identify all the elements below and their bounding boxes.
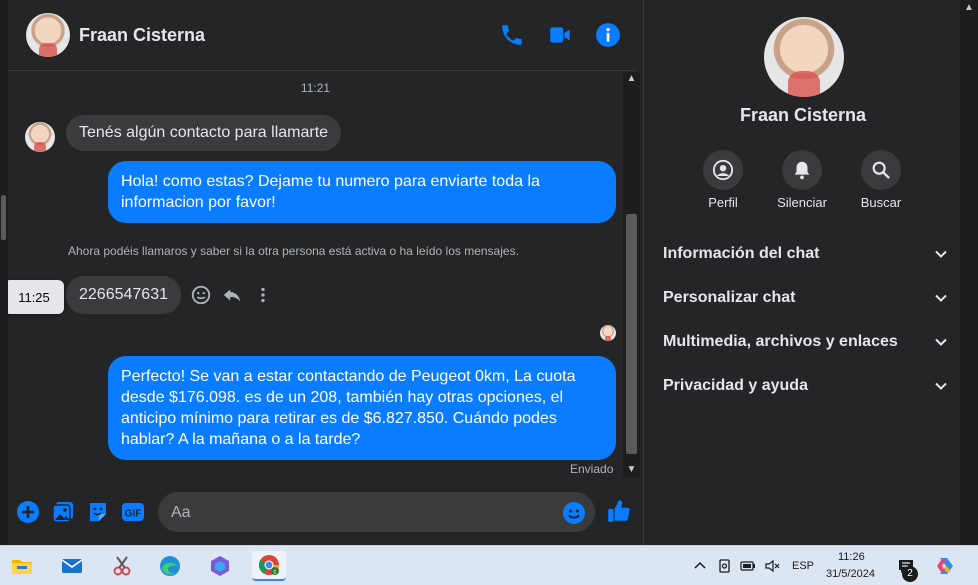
- search-label: Buscar: [860, 195, 902, 210]
- mute-label: Silenciar: [777, 195, 827, 210]
- seen-avatar: [600, 325, 616, 341]
- contact-avatar[interactable]: [26, 13, 70, 57]
- react-icon[interactable]: [190, 284, 212, 306]
- clock-date[interactable]: 31/5/2024: [826, 568, 875, 580]
- plus-icon[interactable]: [16, 500, 40, 524]
- sent-status: Enviado: [570, 462, 614, 476]
- section-title: Multimedia, archivos y enlaces: [663, 333, 898, 350]
- chevron-up-icon[interactable]: [692, 558, 708, 574]
- chat-details-panel: Fraan Cisterna Perfil Silenciar Buscar I…: [643, 0, 978, 545]
- incoming-message[interactable]: 2266547631: [66, 276, 181, 314]
- notification-badge: 2: [902, 566, 918, 582]
- bell-icon: [794, 161, 810, 180]
- svg-text:c: c: [274, 570, 277, 576]
- chrome-browser-icon[interactable]: c: [252, 551, 286, 581]
- chevron-down-icon: [935, 250, 947, 258]
- chat-notice: Ahora podéis llamaros y saber si la otra…: [68, 244, 519, 258]
- outgoing-message[interactable]: Hola! como estas? Dejame tu numero para …: [108, 161, 616, 223]
- section-chat-info[interactable]: Información del chat: [663, 240, 948, 268]
- search-icon: [872, 161, 890, 179]
- svg-text:GIF: GIF: [125, 509, 142, 520]
- profile-name: Fraan Cisterna: [739, 105, 867, 125]
- chat-header: Fraan Cisterna: [8, 0, 635, 71]
- panel-scrollbar[interactable]: ▲: [960, 0, 978, 545]
- snipping-tool-icon[interactable]: [105, 551, 139, 581]
- chevron-down-icon: [935, 338, 947, 346]
- section-title: Privacidad y ayuda: [663, 377, 808, 394]
- volume-muted-icon[interactable]: [764, 558, 780, 574]
- copilot-app-icon[interactable]: [203, 551, 237, 581]
- chat-window: Fraan Cisterna 11:21 Tenés algún contact…: [0, 0, 643, 545]
- chevron-down-icon: [935, 294, 947, 302]
- info-icon[interactable]: [595, 22, 621, 48]
- profile-label: Perfil: [708, 195, 738, 210]
- video-call-icon[interactable]: [547, 22, 573, 48]
- file-explorer-icon[interactable]: [5, 551, 39, 581]
- clock-time[interactable]: 11:26: [838, 551, 865, 563]
- copilot-icon[interactable]: [934, 555, 956, 577]
- windows-taskbar: c ESP 11:26 31/5/2024 2: [0, 545, 978, 585]
- mute-button[interactable]: Silenciar: [762, 150, 842, 210]
- chevron-down-icon: [935, 382, 947, 390]
- profile-avatar[interactable]: [764, 17, 844, 97]
- more-options-icon[interactable]: [252, 284, 274, 306]
- message-scrollbar[interactable]: ▲ ▼: [623, 72, 640, 477]
- like-icon[interactable]: [606, 498, 632, 524]
- message-composer: GIF Aa: [8, 478, 635, 545]
- phone-call-icon[interactable]: [499, 22, 525, 48]
- sticker-icon[interactable]: [86, 500, 110, 524]
- left-scrollbar[interactable]: [0, 0, 8, 545]
- section-media-files[interactable]: Multimedia, archivos y enlaces: [663, 328, 948, 356]
- outgoing-message[interactable]: Perfecto! Se van a estar contactando de …: [108, 356, 616, 460]
- incoming-message[interactable]: Tenés algún contacto para llamarte: [66, 115, 342, 151]
- profile-button[interactable]: Perfil: [683, 150, 763, 210]
- profile-icon: [712, 159, 734, 181]
- contact-name[interactable]: Fraan Cisterna: [79, 25, 205, 46]
- section-customize-chat[interactable]: Personalizar chat: [663, 284, 948, 312]
- section-title: Personalizar chat: [663, 289, 796, 306]
- meet-now-icon[interactable]: [717, 558, 733, 574]
- language-indicator[interactable]: ESP: [792, 560, 814, 572]
- battery-icon[interactable]: [740, 558, 756, 574]
- section-privacy-help[interactable]: Privacidad y ayuda: [663, 372, 948, 400]
- edge-browser-icon[interactable]: [153, 551, 187, 581]
- message-input-placeholder: Aa: [171, 504, 191, 521]
- emoji-icon[interactable]: [562, 501, 586, 525]
- message-list[interactable]: 11:21 Tenés algún contacto para llamarte…: [8, 72, 623, 477]
- section-title: Información del chat: [663, 245, 820, 262]
- gif-icon[interactable]: GIF: [121, 500, 145, 524]
- reply-icon[interactable]: [221, 284, 243, 306]
- message-input[interactable]: Aa: [158, 492, 595, 532]
- time-tooltip: 11:25: [8, 280, 64, 314]
- search-button[interactable]: Buscar: [841, 150, 921, 210]
- gallery-icon[interactable]: [51, 500, 75, 524]
- message-timestamp: 11:21: [300, 81, 331, 95]
- mail-icon[interactable]: [55, 551, 89, 581]
- sender-avatar[interactable]: [25, 122, 55, 152]
